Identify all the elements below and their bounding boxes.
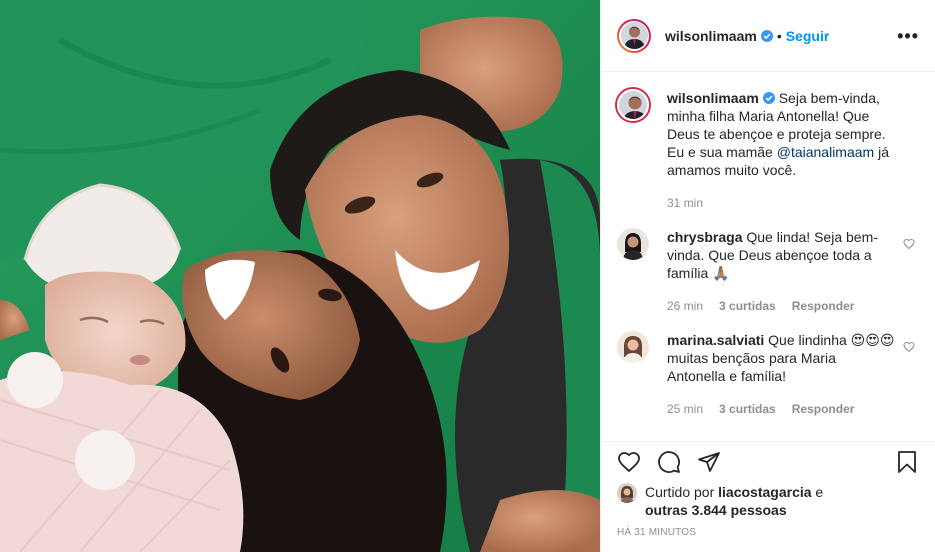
separator-dot: • — [776, 27, 782, 44]
caption-avatar[interactable] — [617, 89, 649, 121]
post-side-panel: wilsonlimaam • Seguir ••• wilsonlimaam S… — [600, 0, 935, 552]
comment-time: 26 min — [667, 299, 704, 313]
liker-username[interactable]: liacostagarcia — [718, 484, 811, 500]
comment-icon[interactable] — [657, 450, 681, 474]
comment-like-icon[interactable] — [903, 238, 915, 250]
mention-link[interactable]: @taianalimaam — [777, 144, 874, 160]
author-avatar-image — [620, 22, 648, 49]
reply-button[interactable]: Responder — [792, 297, 855, 315]
likes-text: Curtido por liacostagarcia e outras 3.84… — [645, 484, 824, 518]
commenter-avatar-image — [617, 331, 649, 363]
follow-button[interactable]: Seguir — [786, 28, 830, 44]
author-username[interactable]: wilsonlimaam — [665, 28, 757, 44]
bookmark-icon[interactable] — [895, 450, 919, 474]
instagram-post: wilsonlimaam • Seguir ••• wilsonlimaam S… — [0, 0, 935, 552]
comment-item: chrysbraga Que linda! Seja bem-vinda. Qu… — [617, 228, 919, 315]
likes-summary: Curtido por liacostagarcia e outras 3.84… — [617, 483, 919, 519]
liker-avatar[interactable] — [617, 483, 637, 503]
post-header: wilsonlimaam • Seguir ••• — [601, 0, 935, 72]
family-photo — [0, 0, 600, 552]
comment-item: marina.salviati Que lindinha 😍😍😍muitas b… — [617, 331, 919, 418]
comment-like-icon[interactable] — [903, 341, 915, 353]
post-photo[interactable] — [0, 0, 600, 552]
caption: wilsonlimaam Seja bem-vinda, minha filha… — [617, 89, 919, 212]
action-icons — [617, 446, 919, 478]
comments-list: wilsonlimaam Seja bem-vinda, minha filha… — [601, 73, 935, 442]
commenter-avatar[interactable] — [617, 228, 649, 260]
post-actions: Curtido por liacostagarcia e outras 3.84… — [601, 441, 935, 552]
comment-likes-count[interactable]: 3 curtidas — [719, 400, 776, 418]
caption-time: 31 min — [667, 196, 704, 210]
comment-time: 25 min — [667, 402, 704, 416]
author-avatar[interactable] — [617, 18, 651, 53]
comment-likes-count[interactable]: 3 curtidas — [719, 297, 776, 315]
liker-avatar-image — [617, 483, 637, 503]
share-icon[interactable] — [697, 450, 721, 474]
caption-username[interactable]: wilsonlimaam — [667, 90, 759, 106]
likes-count[interactable]: outras 3.844 pessoas — [645, 502, 787, 518]
more-icon[interactable]: ••• — [897, 26, 919, 47]
heart-icon[interactable] — [617, 450, 641, 474]
reply-button[interactable]: Responder — [792, 400, 855, 418]
commenter-avatar-image — [617, 228, 649, 260]
verified-icon — [760, 29, 773, 42]
verified-icon — [762, 92, 775, 104]
commenter-avatar[interactable] — [617, 331, 649, 363]
caption-avatar-image — [619, 91, 647, 119]
posted-time[interactable]: HÁ 31 MINUTOS — [617, 527, 919, 538]
comment-username[interactable]: marina.salviati — [667, 332, 764, 348]
comment-username[interactable]: chrysbraga — [667, 229, 742, 245]
